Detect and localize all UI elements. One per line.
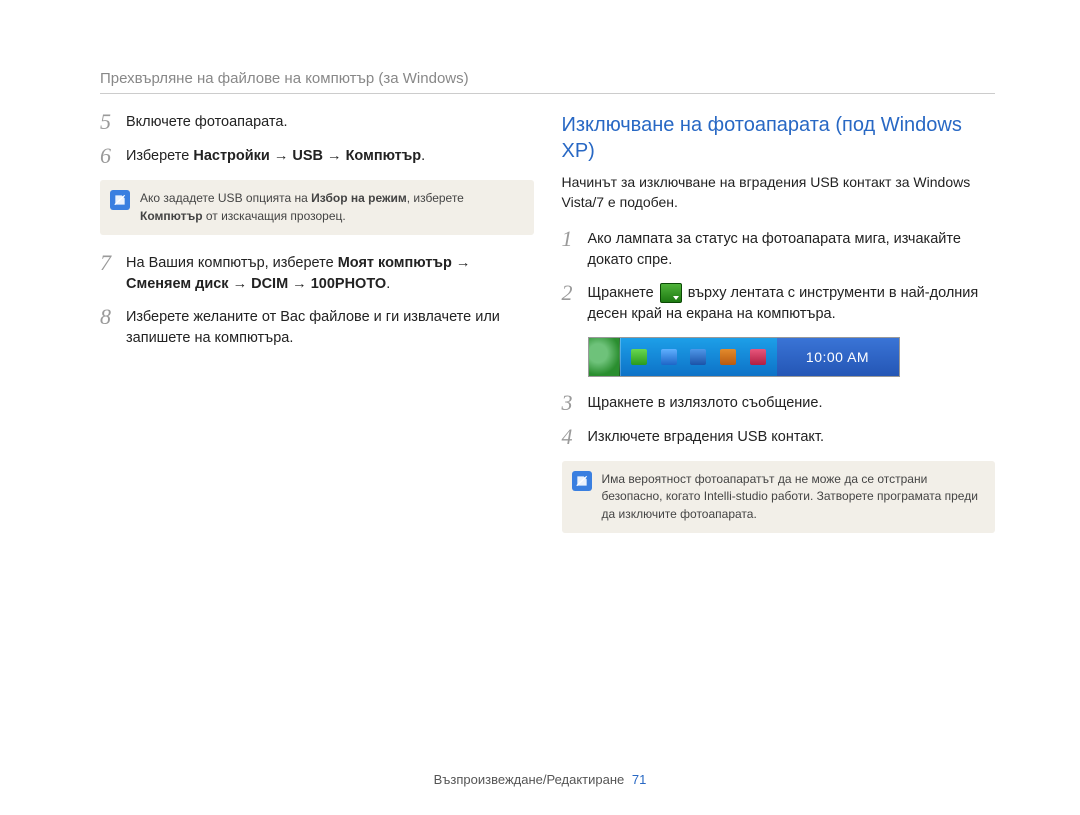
step-3: 3 Щракнете в излязлото съобщение.	[562, 393, 996, 415]
taskbar-clock: 10:00 AM	[777, 338, 899, 376]
step-8: 8 Изберете желаните от Вас файлове и ги …	[100, 307, 534, 349]
text: .	[421, 148, 425, 164]
step-text: Изключете вградения USB контакт.	[588, 427, 996, 448]
step-5: 5 Включете фотоапарата.	[100, 112, 534, 134]
step-text: Ако лампата за статус на фотоапарата миг…	[588, 229, 996, 271]
tray-icon	[661, 349, 677, 365]
step-number: 7	[100, 251, 126, 275]
text: .	[386, 276, 390, 292]
bold: Избор на режим	[311, 191, 407, 205]
two-column-layout: 5 Включете фотоапарата. 6 Изберете Настр…	[100, 112, 995, 551]
left-column: 5 Включете фотоапарата. 6 Изберете Настр…	[100, 112, 534, 551]
step-text: Включете фотоапарата.	[126, 112, 534, 133]
step-number: 5	[100, 110, 126, 134]
text: Изберете	[126, 148, 193, 164]
note-icon	[572, 471, 592, 491]
page-number: 71	[632, 772, 646, 787]
step-number: 3	[562, 391, 588, 415]
footer-section: Възпроизвеждане/Редактиране	[434, 772, 625, 787]
start-button-icon	[589, 338, 620, 376]
page-footer: Възпроизвеждане/Редактиране 71	[0, 772, 1080, 787]
right-column: Изключване на фотоапарата (под Windows X…	[562, 112, 996, 551]
step-number: 6	[100, 144, 126, 168]
step-number: 4	[562, 425, 588, 449]
taskbar-screenshot: 10:00 AM	[588, 337, 900, 377]
safely-remove-hardware-icon	[660, 283, 682, 303]
step-text: Изберете желаните от Вас файлове и ги из…	[126, 307, 534, 349]
step-6: 6 Изберете Настройки → USB → Компютър.	[100, 146, 534, 168]
note-box: Ако зададете USB опцията на Избор на реж…	[100, 180, 534, 235]
step-text: Изберете Настройки → USB → Компютър.	[126, 146, 534, 167]
section-title: Изключване на фотоапарата (под Windows X…	[562, 112, 996, 164]
text: Ако зададете USB опцията на	[140, 191, 311, 205]
bold: Компютър	[140, 209, 203, 223]
step-1: 1 Ако лампата за статус на фотоапарата м…	[562, 229, 996, 271]
note-icon	[110, 190, 130, 210]
tray-icon	[750, 349, 766, 365]
step-4: 4 Изключете вградения USB контакт.	[562, 427, 996, 449]
text: от изскачащия прозорец.	[203, 209, 346, 223]
step-number: 2	[562, 281, 588, 305]
tray-icon	[720, 349, 736, 365]
tray-icon	[690, 349, 706, 365]
step-text: Щракнете в излязлото съобщение.	[588, 393, 996, 414]
note-text: Има вероятност фотоапаратът да не може д…	[602, 471, 984, 523]
note-text: Ако зададете USB опцията на Избор на реж…	[140, 190, 522, 225]
text: На Вашия компютър, изберете	[126, 255, 338, 271]
text: , изберете	[407, 191, 464, 205]
text: Щракнете	[588, 285, 658, 301]
intro-text: Начинът за изключване на вградения USB к…	[562, 172, 996, 213]
step-text: На Вашия компютър, изберете Моят компютъ…	[126, 253, 534, 295]
step-number: 1	[562, 227, 588, 251]
document-page: Прехвърляне на файлове на компютър (за W…	[0, 0, 1080, 551]
step-number: 8	[100, 305, 126, 329]
tray-icon	[631, 349, 647, 365]
page-header: Прехвърляне на файлове на компютър (за W…	[100, 70, 995, 94]
step-text: Щракнете върху лентата с инструменти в н…	[588, 283, 996, 325]
step-bold: Настройки → USB → Компютър	[193, 148, 421, 164]
note-box: Има вероятност фотоапаратът да не може д…	[562, 461, 996, 533]
system-tray	[620, 338, 777, 376]
step-7: 7 На Вашия компютър, изберете Моят компю…	[100, 253, 534, 295]
step-2: 2 Щракнете върху лентата с инструменти в…	[562, 283, 996, 325]
